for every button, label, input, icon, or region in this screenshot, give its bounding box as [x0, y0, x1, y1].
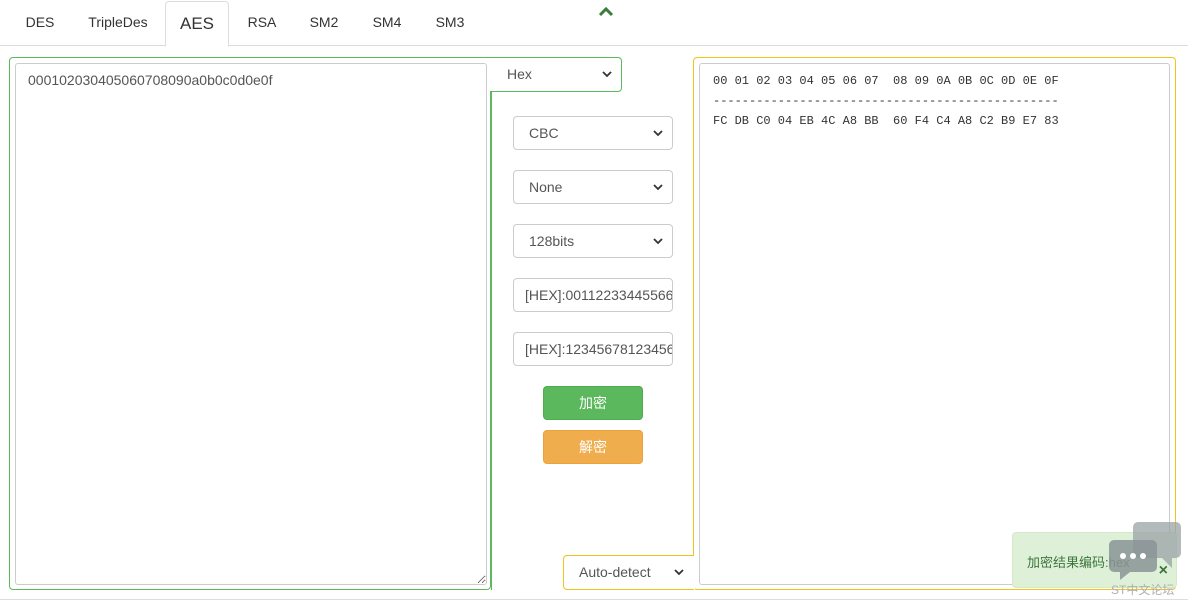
output-separator-line: ----------------------------------------…	[713, 94, 1059, 108]
tab-sm2[interactable]: SM2	[298, 0, 350, 44]
tab-sm4[interactable]: SM4	[361, 0, 413, 44]
mode-value: CBC	[529, 125, 559, 141]
chevron-down-icon	[602, 71, 612, 78]
key-input[interactable]: [HEX]:00112233445566778899aabbccddeeff	[513, 278, 673, 312]
padding-select[interactable]: None	[513, 170, 673, 204]
plaintext-input[interactable]	[15, 63, 487, 585]
bottom-divider	[0, 599, 1188, 600]
input-panel-divider	[491, 91, 492, 590]
chevron-down-icon	[674, 569, 684, 576]
forum-watermark: ST中文论坛	[1111, 583, 1175, 597]
output-format-value: Auto-detect	[579, 564, 651, 580]
chevron-down-icon	[653, 184, 663, 191]
iv-input[interactable]: [HEX]:12345678123456781234567812345678	[513, 332, 673, 366]
output-header-line: 00 01 02 03 04 05 06 07 08 09 0A 0B 0C 0…	[713, 74, 1059, 88]
input-format-select[interactable]: Hex	[494, 58, 621, 92]
mode-select[interactable]: CBC	[513, 116, 673, 150]
chevron-up-icon[interactable]	[596, 4, 616, 20]
keysize-value: 128bits	[529, 233, 575, 249]
ciphertext-output[interactable]: 00 01 02 03 04 05 06 07 08 09 0A 0B 0C 0…	[699, 63, 1170, 585]
chat-bubble-icon[interactable]	[1106, 520, 1182, 580]
input-format-value: Hex	[507, 66, 532, 82]
encrypt-button[interactable]: 加密	[543, 386, 643, 420]
algorithm-tabs: DES TripleDes AES RSA SM2 SM4 SM3	[0, 0, 1188, 47]
chevron-down-icon	[653, 130, 663, 137]
tab-des[interactable]: DES	[11, 0, 69, 44]
chevron-down-icon	[653, 238, 663, 245]
tab-aes[interactable]: AES	[165, 1, 229, 47]
tab-sm3[interactable]: SM3	[423, 0, 477, 44]
padding-value: None	[529, 179, 563, 195]
tab-tripledes[interactable]: TripleDes	[78, 0, 158, 44]
tab-rsa[interactable]: RSA	[235, 0, 289, 44]
decrypt-button[interactable]: 解密	[543, 430, 643, 464]
output-format-select[interactable]: Auto-detect	[566, 556, 693, 590]
keysize-select[interactable]: 128bits	[513, 224, 673, 258]
output-data-line: FC DB C0 04 EB 4C A8 BB 60 F4 C4 A8 C2 B…	[713, 114, 1059, 128]
